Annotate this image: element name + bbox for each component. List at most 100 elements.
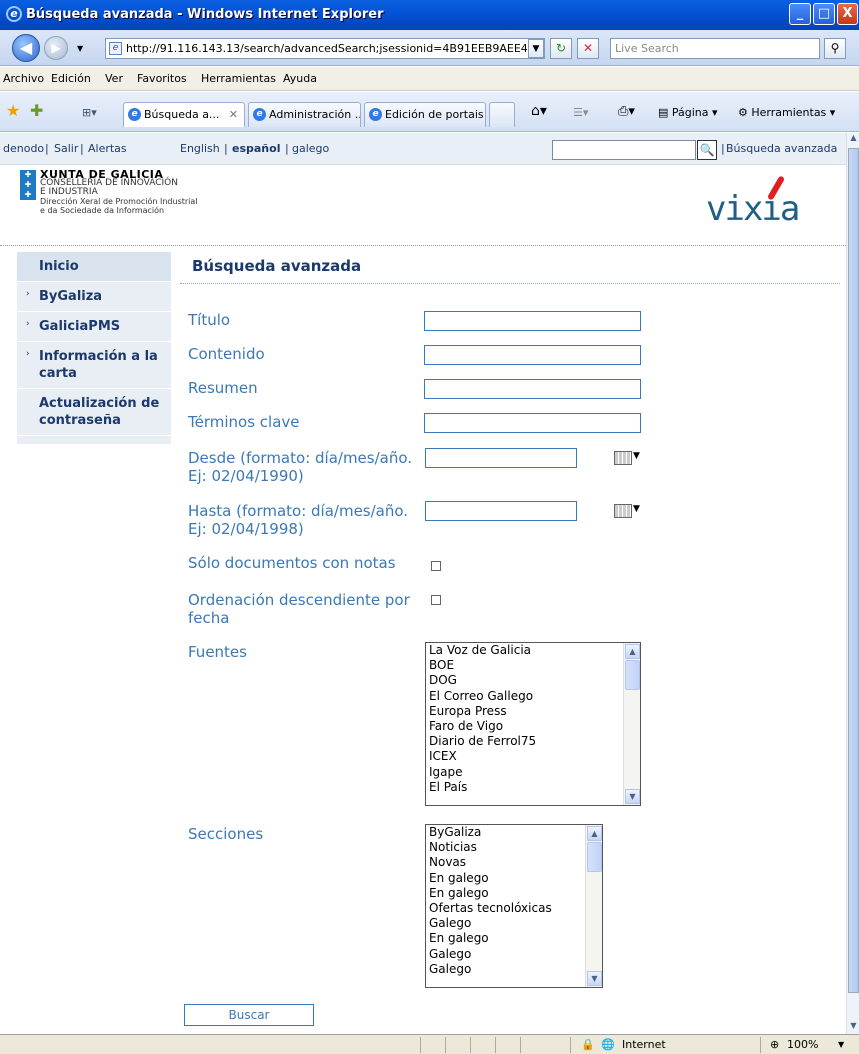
lang-espanol-link[interactable]: español — [232, 142, 280, 155]
address-toolbar: ◀ ▶ ▼ e http://91.116.143.13/search/adva… — [0, 30, 859, 66]
sidebar-item-inicio[interactable]: Inicio — [17, 252, 171, 282]
tab-edicion-portais[interactable]: e Edición de portais — [364, 102, 486, 127]
buscar-button[interactable]: Buscar — [184, 1004, 314, 1026]
sidebar-item-contrasena[interactable]: Actualización de contraseña — [17, 389, 171, 436]
refresh-button[interactable]: ↻ — [550, 38, 572, 59]
favorites-star-icon[interactable]: ★ — [6, 101, 20, 120]
ordenacion-checkbox[interactable] — [431, 595, 441, 605]
terminos-input[interactable] — [424, 413, 641, 433]
scroll-up-icon[interactable]: ▲ — [587, 826, 602, 841]
fuentes-scrollbar[interactable]: ▲ ▼ — [623, 643, 640, 805]
scroll-thumb[interactable] — [587, 842, 602, 872]
sidebar-item-informacion[interactable]: › Información a la carta — [17, 342, 171, 389]
menu-archivo[interactable]: Archivo — [3, 72, 44, 85]
print-icon[interactable]: ⎙▾ — [618, 104, 635, 119]
scroll-up-icon[interactable]: ▲ — [847, 133, 859, 146]
listbox-option[interactable]: Galego — [426, 916, 602, 931]
close-button[interactable]: X — [837, 3, 858, 25]
user-link[interactable]: denodo — [3, 142, 44, 155]
history-dropdown-icon[interactable]: ▼ — [77, 44, 83, 53]
vixia-logo[interactable]: vixia — [706, 175, 800, 229]
close-tab-icon[interactable]: ✕ — [229, 103, 238, 126]
feeds-icon[interactable]: ☰▾ — [573, 106, 588, 119]
tools-menu[interactable]: ⚙ Herramientas ▾ — [738, 106, 835, 119]
quick-search-input[interactable] — [552, 140, 696, 160]
stop-button[interactable]: ✕ — [577, 38, 599, 59]
tab-administracion[interactable]: e Administración ... — [248, 102, 361, 127]
menu-favoritos[interactable]: Favoritos — [137, 72, 187, 85]
maximize-button[interactable]: □ — [813, 3, 835, 25]
listbox-option[interactable]: DOG — [426, 673, 640, 688]
page-scrollbar[interactable]: ▲ ▼ — [846, 133, 859, 1034]
zoom-dropdown-icon[interactable]: ▼ — [838, 1040, 844, 1049]
zoom-level[interactable]: 100% — [787, 1038, 818, 1051]
contenido-input[interactable] — [424, 345, 641, 365]
ie-logo-icon: e — [6, 6, 22, 22]
titulo-input[interactable] — [424, 311, 641, 331]
desde-date-input[interactable] — [425, 448, 577, 468]
lang-english-link[interactable]: English — [180, 142, 220, 155]
chevron-right-icon: › — [26, 289, 30, 299]
hasta-calendar-icon[interactable]: ▼ — [614, 504, 644, 520]
listbox-option[interactable]: La Voz de Galicia — [426, 643, 640, 658]
minimize-button[interactable]: _ — [789, 3, 811, 25]
xunta-logo[interactable]: XUNTA DE GALICIA CONSELLERÍA DE INNOVACI… — [40, 169, 198, 215]
listbox-option[interactable]: Ofertas tecnolóxicas — [426, 901, 602, 916]
page-title: Búsqueda avanzada — [180, 250, 840, 284]
listbox-option[interactable]: En galego — [426, 886, 602, 901]
scroll-down-icon[interactable]: ▼ — [587, 971, 602, 986]
menu-edicion[interactable]: Edición — [51, 72, 91, 85]
url-dropdown-icon[interactable]: ▼ — [528, 39, 544, 58]
secciones-scrollbar[interactable]: ▲ ▼ — [585, 825, 602, 987]
scroll-up-icon[interactable]: ▲ — [625, 644, 640, 659]
listbox-option[interactable]: Galego — [426, 947, 602, 962]
listbox-option[interactable]: El Correo Gallego — [426, 689, 640, 704]
logout-link[interactable]: Salir — [54, 142, 78, 155]
page-menu[interactable]: ▤ Página ▾ — [658, 106, 718, 119]
forward-button[interactable]: ▶ — [44, 36, 68, 60]
listbox-option[interactable]: En galego — [426, 931, 602, 946]
new-tab-button[interactable] — [489, 102, 515, 127]
listbox-option[interactable]: Diario de Ferrol75 — [426, 734, 640, 749]
listbox-option[interactable]: En galego — [426, 871, 602, 886]
hasta-date-input[interactable] — [425, 501, 577, 521]
page-scroll-thumb[interactable] — [848, 148, 859, 993]
menu-ayuda[interactable]: Ayuda — [283, 72, 317, 85]
listbox-option[interactable]: Europa Press — [426, 704, 640, 719]
quick-tabs-icon[interactable]: ⊞▾ — [82, 106, 97, 119]
home-icon[interactable]: ⌂▾ — [531, 103, 547, 119]
sidebar-item-galiciapms[interactable]: › GaliciaPMS — [17, 312, 171, 342]
scroll-thumb[interactable] — [625, 660, 640, 690]
live-search-input[interactable]: Live Search — [610, 38, 820, 59]
listbox-option[interactable]: ICEX — [426, 749, 640, 764]
solo-notas-checkbox[interactable] — [431, 561, 441, 571]
listbox-option[interactable]: BOE — [426, 658, 640, 673]
sidebar-item-bygaliza[interactable]: › ByGaliza — [17, 282, 171, 312]
url-field[interactable]: e http://91.116.143.13/search/advancedSe… — [105, 38, 545, 59]
resumen-input[interactable] — [424, 379, 641, 399]
scroll-down-icon[interactable]: ▼ — [847, 1021, 859, 1034]
listbox-option[interactable]: Igape — [426, 765, 640, 780]
listbox-option[interactable]: El País — [426, 780, 640, 795]
listbox-option[interactable]: Galego — [426, 962, 602, 977]
listbox-option[interactable]: Faro de Vigo — [426, 719, 640, 734]
menu-herramientas[interactable]: Herramientas — [201, 72, 276, 85]
alerts-link[interactable]: Alertas — [88, 142, 127, 155]
tab-busqueda[interactable]: e Búsqueda a... ✕ — [123, 102, 245, 127]
lang-galego-link[interactable]: galego — [292, 142, 329, 155]
menu-ver[interactable]: Ver — [105, 72, 123, 85]
search-icon[interactable]: ⚲ — [824, 38, 846, 59]
listbox-option[interactable]: Noticias — [426, 840, 602, 855]
advanced-search-link[interactable]: Búsqueda avanzada — [726, 142, 837, 155]
back-button[interactable]: ◀ — [12, 34, 40, 62]
quick-search-button[interactable]: 🔍 — [697, 140, 717, 160]
fuentes-listbox[interactable]: La Voz de Galicia BOE DOG El Correo Gallego… — [425, 642, 641, 806]
desde-calendar-icon[interactable]: ▼ — [614, 451, 644, 467]
zoom-icon[interactable]: ⊕ — [770, 1038, 779, 1051]
secciones-listbox[interactable]: ByGaliza Noticias Novas En galego En galego O… — [425, 824, 603, 988]
listbox-option[interactable]: Novas — [426, 855, 602, 870]
scroll-down-icon[interactable]: ▼ — [625, 789, 640, 804]
hasta-label: Hasta (formato: día/mes/año. Ej: 02/04/1… — [188, 502, 409, 538]
add-favorite-icon[interactable]: ✚ — [30, 101, 43, 120]
listbox-option[interactable]: ByGaliza — [426, 825, 602, 840]
